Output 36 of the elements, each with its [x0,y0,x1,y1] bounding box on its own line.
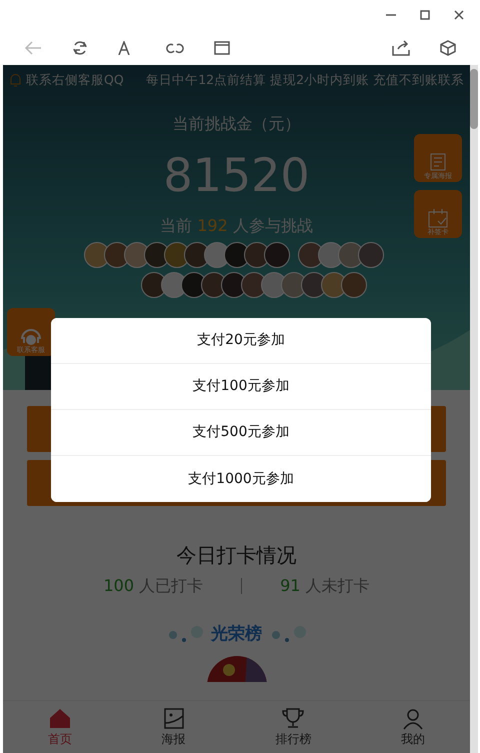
dots-icon [167,624,203,645]
tab-item[interactable]: 排行榜 [275,706,312,748]
participants-text: 当前 192 人参与挑战 [160,214,313,237]
tab-item[interactable]: 我的 [401,706,426,748]
avatar [264,242,290,268]
challenge-title: 当前挑战金（元） [172,112,300,135]
scrollbar[interactable] [470,65,478,753]
refresh-icon[interactable] [72,40,88,56]
home-icon [48,706,72,730]
marquee-text: 每日中午12点前结算 提现2小时内到账 充值不到账联系 [146,71,464,89]
close-icon[interactable] [454,10,464,20]
maximize-icon[interactable] [420,10,430,20]
link-icon[interactable] [166,42,184,54]
tab-item[interactable]: 首页 [48,706,72,748]
avatar [298,242,324,268]
avatar [140,272,166,298]
honor-title: 光荣榜 [211,623,262,646]
tab-item[interactable]: 海报 [162,706,186,748]
font-icon[interactable] [118,40,130,54]
picture-icon [162,706,186,730]
bell-icon [9,73,22,88]
dots-icon [270,624,306,645]
minimize-icon[interactable] [386,14,396,16]
person-icon [401,706,426,730]
challenge-amount: 81520 [163,152,310,198]
notice-text: 联系右侧客服QQ [26,71,124,89]
cube-icon[interactable] [440,40,456,56]
window-icon[interactable] [214,40,230,54]
avatar [340,272,366,298]
avatar [358,242,384,268]
section-title: 今日打卡情况 [176,542,296,569]
calendar-icon [426,207,450,229]
trophy-icon [281,706,306,730]
share-icon[interactable] [392,40,410,56]
payment-option[interactable]: 支付20元参加 [51,318,431,364]
avatar [84,242,110,268]
